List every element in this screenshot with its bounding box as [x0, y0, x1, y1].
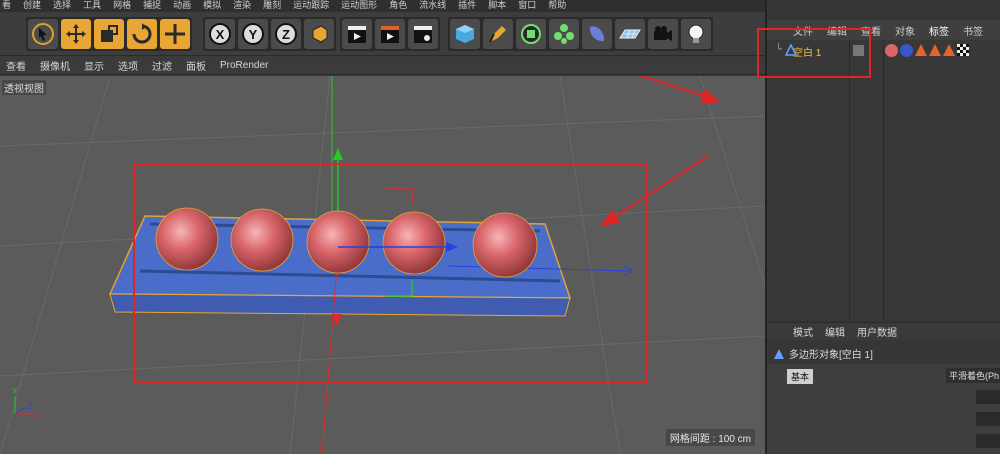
target-tag-icon[interactable]	[929, 44, 941, 56]
menu-item-4[interactable]: 网格	[113, 0, 131, 12]
attribute-field[interactable]	[976, 390, 1000, 404]
menu-item-10[interactable]: 运动跟踪	[293, 0, 329, 12]
annotation-box-object	[757, 28, 871, 78]
menu-item-6[interactable]: 动画	[173, 0, 191, 12]
render-view-icon[interactable]	[342, 19, 372, 49]
annotation-box-scene	[133, 163, 647, 383]
viewport-menu-item-1[interactable]: 摄像机	[40, 58, 70, 73]
polygon-object-icon	[774, 348, 784, 359]
menu-item-12[interactable]: 角色	[389, 0, 407, 12]
cloner-icon[interactable]	[549, 19, 579, 49]
svg-text:Z: Z	[27, 402, 32, 411]
render-picture-icon[interactable]	[375, 19, 405, 49]
attribute-tab-2[interactable]: 用户数据	[857, 324, 897, 339]
coord-system-icon[interactable]	[304, 19, 334, 49]
tool-group-objects	[448, 17, 713, 51]
attribute-field[interactable]	[976, 412, 1000, 426]
scale-icon[interactable]	[94, 19, 124, 49]
menu-item-13[interactable]: 流水线	[419, 0, 446, 12]
viewport-menu-item-4[interactable]: 过滤	[152, 58, 172, 73]
svg-text:Z: Z	[282, 27, 290, 42]
texture-tag-icon[interactable]	[957, 44, 969, 56]
menu-item-7[interactable]: 模拟	[203, 0, 221, 12]
object-tab-5[interactable]: 书签	[963, 23, 983, 38]
camera-icon[interactable]	[648, 19, 678, 49]
attribute-field[interactable]	[976, 434, 1000, 448]
viewport-menu-item-6[interactable]: ProRender	[220, 60, 268, 71]
menu-item-16[interactable]: 窗口	[518, 0, 536, 12]
right-panel: 文件 编辑 查看 对象 标签 书签 └ 空白 1 模式 编辑 用户数据 多边形对象[空白 1]…	[757, 0, 1000, 454]
y-axis-icon[interactable]: Y	[238, 19, 268, 49]
svg-text:Y: Y	[12, 387, 18, 396]
menu-item-1[interactable]: 创建	[23, 0, 41, 12]
corner-axis-gizmo: Y X Z	[12, 387, 40, 419]
y-axis-arrow[interactable]	[333, 148, 343, 160]
menu-item-2[interactable]: 选择	[53, 0, 71, 12]
menu-item-0[interactable]: 看	[2, 0, 11, 12]
pen-icon[interactable]	[483, 19, 513, 49]
material-tag-icon[interactable]	[900, 44, 913, 57]
basic-tab[interactable]: 基本	[787, 369, 814, 384]
cube-icon[interactable]	[450, 19, 480, 49]
menu-item-3[interactable]: 工具	[83, 0, 101, 12]
menu-item-15[interactable]: 脚本	[488, 0, 506, 12]
menu-item-14[interactable]: 插件	[458, 0, 476, 12]
menu-item-11[interactable]: 运动图形	[341, 0, 377, 12]
attribute-title-text: 多边形对象[空白 1]	[789, 350, 873, 361]
menu-item-5[interactable]: 捕捉	[143, 0, 161, 12]
tag-icons	[885, 44, 969, 57]
object-manager-list[interactable]: └ 空白 1	[767, 40, 1000, 320]
rotate-icon[interactable]	[127, 19, 157, 49]
viewport-menu: 查看 摄像机 显示 选项 过滤 面板 ProRender	[0, 57, 765, 75]
attribute-manager-tabs: 模式 编辑 用户数据	[767, 322, 1000, 340]
object-tab-3[interactable]: 对象	[895, 23, 915, 38]
attribute-tab-0[interactable]: 模式	[793, 324, 813, 339]
x-axis-icon[interactable]: X	[205, 19, 235, 49]
z-axis-icon[interactable]: Z	[271, 19, 301, 49]
deformer-icon[interactable]	[582, 19, 612, 49]
svg-text:X: X	[216, 27, 225, 42]
smooth-shading-tab[interactable]: 平滑着色(Ph	[945, 368, 1000, 383]
tool-group-transform	[26, 17, 192, 51]
svg-text:X: X	[34, 410, 40, 419]
tool-group-axis: X Y Z	[203, 17, 336, 51]
viewport-menu-item-2[interactable]: 显示	[84, 58, 104, 73]
subdivide-icon[interactable]	[516, 19, 546, 49]
object-tab-4[interactable]: 标签	[929, 23, 949, 38]
grid-spacing-label: 网格间距 : 100 cm	[665, 429, 755, 446]
attribute-body: 基本 平滑着色(Ph	[767, 364, 1000, 454]
menu-item-8[interactable]: 渲染	[233, 0, 251, 12]
tool-group-render	[340, 17, 440, 51]
main-menubar: 看创建 选择 工具 网格 捕捉 动画 模拟 渲染 雕刻 运动跟踪 运动图形 角色 流水线 插件 脚本 窗口 帮助	[0, 0, 765, 12]
svg-text:Y: Y	[249, 27, 258, 42]
main-toolbar: X Y Z	[0, 12, 765, 56]
menu-item-17[interactable]: 帮助	[548, 0, 566, 12]
move-icon[interactable]	[61, 19, 91, 49]
floor-icon[interactable]	[615, 19, 645, 49]
light-icon[interactable]	[681, 19, 711, 49]
target-tag-icon[interactable]	[915, 44, 927, 56]
viewport-menu-item-5[interactable]: 面板	[186, 58, 206, 73]
viewport-menu-item-3[interactable]: 选项	[118, 58, 138, 73]
move-axis-icon[interactable]	[160, 19, 190, 49]
render-settings-icon[interactable]	[408, 19, 438, 49]
attribute-tab-1[interactable]: 编辑	[825, 324, 845, 339]
material-tag-icon[interactable]	[885, 44, 898, 57]
menu-item-9[interactable]: 雕刻	[263, 0, 281, 12]
arrow-select-icon[interactable]	[28, 19, 58, 49]
target-tag-icon[interactable]	[943, 44, 955, 56]
viewport-menu-item-0[interactable]: 查看	[6, 58, 26, 73]
attribute-title: 多边形对象[空白 1]	[773, 346, 873, 361]
perspective-viewport[interactable]: Y X Z 透视视图 网格间距 : 100 cm	[0, 76, 765, 454]
view-label: 透视视图	[2, 80, 46, 95]
